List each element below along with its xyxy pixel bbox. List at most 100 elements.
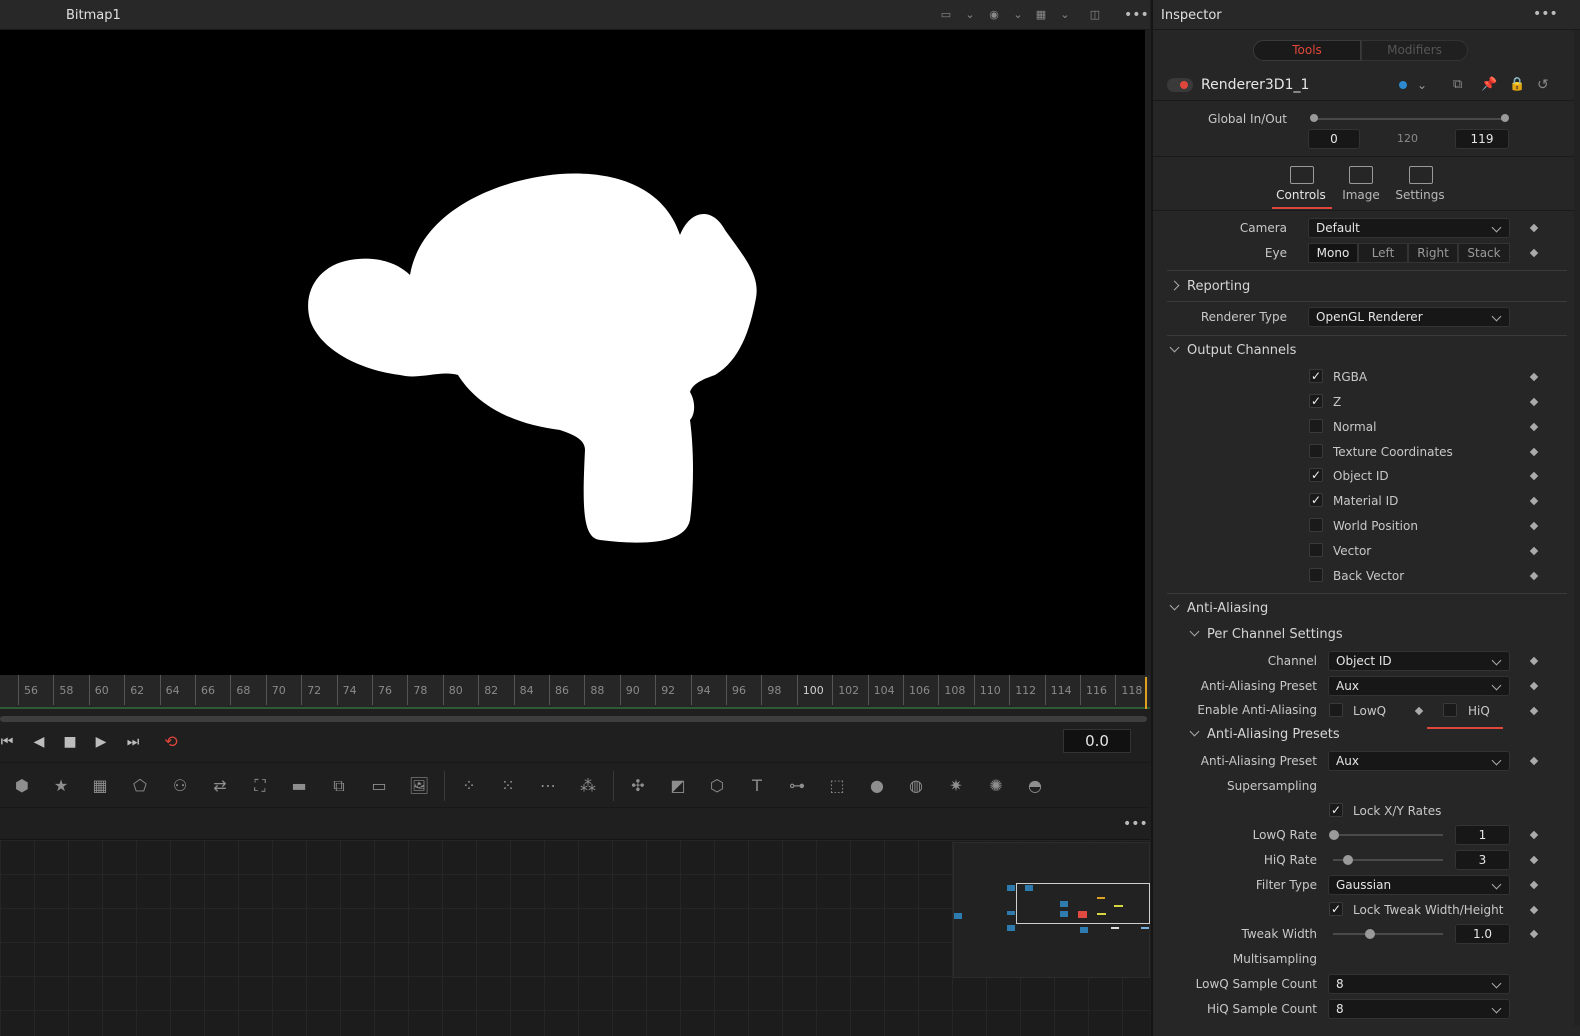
keyframe-icon[interactable] [1529, 756, 1539, 766]
particle-image-icon[interactable]: ⁂ [577, 775, 599, 797]
stop-button[interactable]: ■ [59, 731, 81, 753]
loop-icon[interactable]: ⟲ [160, 731, 182, 753]
rectangle-mask-icon[interactable]: ▬ [288, 775, 310, 797]
keyframe-icon[interactable] [1414, 706, 1424, 716]
grid-warp-icon[interactable]: ▦ [89, 775, 111, 797]
directional-light-icon[interactable]: ✺ [985, 775, 1007, 797]
eye-left-button[interactable]: Left [1358, 243, 1408, 263]
keyframe-icon[interactable] [1529, 855, 1539, 865]
playhead[interactable] [1145, 677, 1147, 709]
chevron-down-icon[interactable]: ⌄ [1057, 8, 1073, 22]
texture-coordinates-checkbox[interactable] [1309, 444, 1323, 458]
chevron-down-icon[interactable]: ⌄ [1417, 78, 1427, 92]
eye-right-button[interactable]: Right [1408, 243, 1458, 263]
keyframe-icon[interactable] [1529, 422, 1539, 432]
section-per-channel-settings[interactable]: Per Channel Settings [1189, 626, 1343, 642]
tweak-width-knob[interactable] [1365, 929, 1375, 939]
lock-icon[interactable]: 🔒 [1509, 77, 1525, 92]
camera-3d-icon[interactable]: ⊶ [786, 775, 808, 797]
keyframe-icon[interactable] [1529, 372, 1539, 382]
text-3d-icon[interactable]: T [746, 775, 768, 797]
particle-render-icon[interactable]: ⁙ [497, 775, 519, 797]
section-reporting[interactable]: Reporting [1169, 279, 1250, 294]
particle-grid-icon[interactable]: ⋯ [537, 775, 559, 797]
spot-light-icon[interactable]: ◍ [905, 775, 927, 797]
polygon-tool-icon[interactable]: ⬠ [129, 775, 151, 797]
aa-preset-dropdown[interactable]: Aux [1328, 676, 1510, 696]
keyframe-icon[interactable] [1529, 471, 1539, 481]
tweak-width-field[interactable]: 1.0 [1455, 924, 1510, 944]
keyframe-icon[interactable] [1529, 546, 1539, 556]
viewer-canvas[interactable] [0, 30, 1145, 675]
keyframe-icon[interactable] [1529, 929, 1539, 939]
keyframe-icon[interactable] [1529, 496, 1539, 506]
global-out-field[interactable]: 119 [1455, 129, 1509, 149]
keyframe-icon[interactable] [1529, 521, 1539, 531]
channel-dropdown[interactable]: Object ID [1328, 651, 1510, 671]
reset-icon[interactable]: ↺ [1537, 77, 1549, 93]
keyframe-icon[interactable] [1529, 830, 1539, 840]
lock-xy-checkbox[interactable]: ✓ [1329, 803, 1343, 817]
camera-dropdown[interactable]: Default [1308, 218, 1510, 238]
node-enable-toggle[interactable] [1167, 78, 1193, 92]
timeline-scrubber[interactable] [0, 716, 1147, 722]
background-tool-icon[interactable]: ⬢ [11, 775, 33, 797]
keyframe-icon[interactable] [1529, 447, 1539, 457]
lock-tweak-checkbox[interactable]: ✓ [1329, 902, 1343, 916]
tweak-width-slider[interactable] [1333, 933, 1443, 935]
object-id-checkbox[interactable]: ✓ [1309, 468, 1323, 482]
eye-mono-button[interactable]: Mono [1308, 243, 1358, 263]
go-to-end-button[interactable]: ⏭ [122, 731, 144, 753]
z-checkbox[interactable]: ✓ [1309, 394, 1323, 408]
cube-3d-icon[interactable]: ⬚ [826, 775, 848, 797]
hiq-sample-count-dropdown[interactable]: 8 [1328, 999, 1510, 1019]
lowq-rate-slider[interactable] [1333, 834, 1443, 836]
eye-stack-button[interactable]: Stack [1458, 243, 1510, 263]
keyframe-icon[interactable] [1529, 397, 1539, 407]
go-to-start-button[interactable]: ⏮ [0, 731, 18, 753]
keyframe-icon[interactable] [1529, 248, 1539, 258]
shape-3d-icon[interactable]: ⬡ [706, 775, 728, 797]
versions-icon[interactable]: ⧉ [1453, 77, 1462, 92]
rgba-checkbox[interactable]: ✓ [1309, 369, 1323, 383]
keyframe-icon[interactable] [1529, 880, 1539, 890]
section-output-channels[interactable]: Output Channels [1169, 342, 1296, 358]
tab-tools[interactable]: Tools [1253, 40, 1361, 61]
more-options-icon[interactable]: ••• [1124, 8, 1149, 22]
renderer-3d-icon[interactable]: ◓ [1024, 775, 1046, 797]
back-vector-checkbox[interactable] [1309, 568, 1323, 582]
filter-type-dropdown[interactable]: Gaussian [1328, 875, 1510, 895]
keyframe-icon[interactable] [1529, 656, 1539, 666]
chevron-down-icon[interactable]: ⌄ [1010, 8, 1026, 22]
timeline-ruler[interactable]: 56 58 60 62 64 66 68 70 72 74 76 78 80 82 84 86 88 90 92 94… [0, 675, 1150, 709]
keyframe-icon[interactable] [1529, 905, 1539, 915]
more-options-icon[interactable]: ••• [1123, 816, 1148, 832]
split-view-icon[interactable]: ◫ [1087, 8, 1103, 22]
play-reverse-button[interactable]: ◀ [28, 731, 50, 753]
image-tab-icon[interactable] [1349, 166, 1373, 184]
settings-tab-icon[interactable] [1409, 166, 1433, 184]
merge-tool-icon[interactable]: ⧉ [328, 775, 350, 797]
keyframe-icon[interactable] [1529, 681, 1539, 691]
renderer-type-dropdown[interactable]: OpenGL Renderer [1308, 307, 1510, 327]
tab-image[interactable]: Image [1331, 188, 1391, 202]
global-in-handle[interactable] [1310, 114, 1318, 122]
lowq-rate-knob[interactable] [1329, 830, 1339, 840]
current-time-field[interactable]: 0.0 [1063, 729, 1131, 753]
transform-tool-icon[interactable]: ⇄ [209, 775, 231, 797]
material-id-checkbox[interactable]: ✓ [1309, 493, 1323, 507]
controls-tab-icon[interactable] [1290, 166, 1314, 184]
more-options-icon[interactable]: ••• [1533, 6, 1558, 22]
matte-control-icon[interactable]: ▭ [368, 775, 390, 797]
normal-checkbox[interactable] [1309, 419, 1323, 433]
hiq-rate-knob[interactable] [1343, 855, 1353, 865]
image-plane-3d-icon[interactable]: ◩ [667, 775, 689, 797]
node-color-dot[interactable] [1399, 81, 1407, 89]
pin-icon[interactable]: 📌 [1481, 77, 1497, 92]
color-channels-icon[interactable]: ◉ [986, 8, 1002, 22]
merge-3d-icon[interactable]: ✣ [627, 775, 649, 797]
node-minimap[interactable] [953, 842, 1150, 978]
paint-tool-icon[interactable]: ★ [50, 775, 72, 797]
tab-settings[interactable]: Settings [1390, 188, 1450, 202]
aa-preset2-dropdown[interactable]: Aux [1328, 751, 1510, 771]
